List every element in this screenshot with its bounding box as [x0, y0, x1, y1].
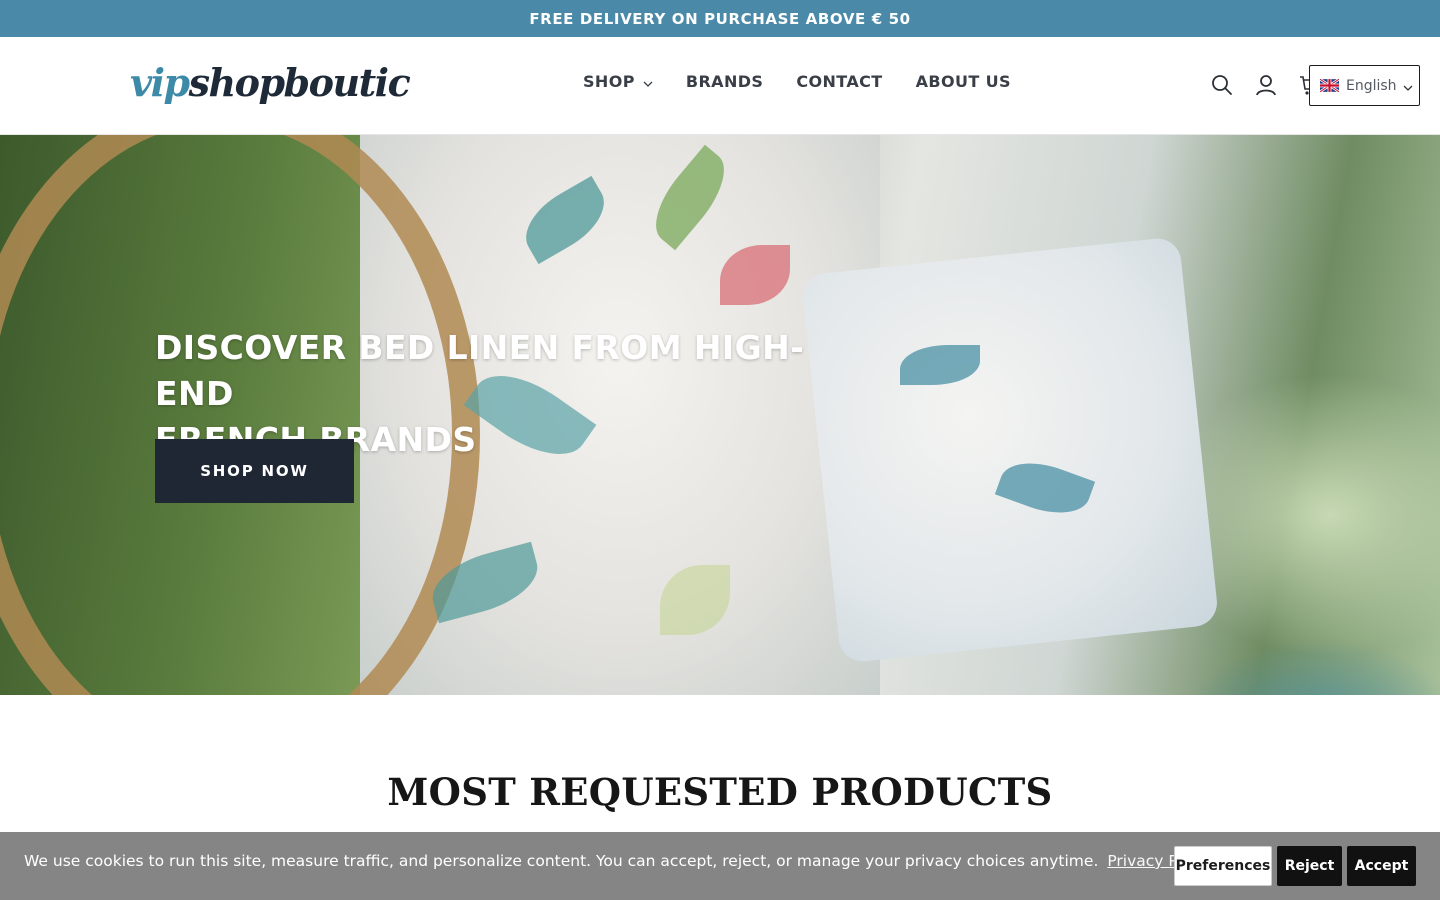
nav-item-about-us-label: ABOUT US	[915, 72, 1011, 91]
hero-banner: DISCOVER BED LINEN FROM HIGH-END FRENCH …	[0, 135, 1440, 695]
reject-button[interactable]: Reject	[1277, 846, 1342, 886]
logo-part-shopboutic: shopboutic	[188, 60, 411, 105]
cookie-banner-message: We use cookies to run this site, measure…	[24, 852, 1213, 870]
site-header: vipshopboutic SHOP BRANDS CONTACT ABOUT …	[0, 37, 1440, 135]
hero-title-line1: DISCOVER BED LINEN FROM HIGH-END	[155, 328, 805, 413]
search-icon[interactable]	[1210, 73, 1234, 97]
nav-item-contact[interactable]: CONTACT	[796, 72, 882, 91]
preferences-button[interactable]: Preferences	[1174, 846, 1272, 886]
announcement-text: FREE DELIVERY ON PURCHASE ABOVE € 50	[529, 9, 911, 28]
hero-image-pillow	[800, 236, 1220, 664]
main-nav: SHOP BRANDS CONTACT ABOUT US	[583, 72, 1044, 91]
nav-item-brands[interactable]: BRANDS	[686, 72, 764, 91]
nav-item-shop[interactable]: SHOP	[583, 72, 653, 91]
uk-flag-icon	[1320, 79, 1339, 92]
nav-item-brands-label: BRANDS	[685, 72, 764, 91]
account-icon[interactable]	[1254, 73, 1278, 97]
nav-item-contact-label: CONTACT	[796, 72, 883, 91]
site-logo[interactable]: vipshopboutic	[130, 59, 411, 107]
chevron-down-icon	[643, 72, 653, 91]
cookie-banner: We use cookies to run this site, measure…	[0, 832, 1440, 900]
shop-now-button[interactable]: SHOP NOW	[155, 439, 354, 503]
nav-item-about-us[interactable]: ABOUT US	[916, 72, 1011, 91]
nav-item-shop-label: SHOP	[583, 72, 635, 91]
language-label: English	[1346, 77, 1397, 94]
accept-button[interactable]: Accept	[1347, 846, 1416, 886]
section-title: MOST REQUESTED PRODUCTS	[387, 770, 1053, 814]
language-selector[interactable]: English	[1309, 65, 1420, 106]
logo-part-vip: vip	[130, 60, 190, 105]
chevron-down-icon	[1403, 76, 1413, 95]
announcement-bar: FREE DELIVERY ON PURCHASE ABOVE € 50	[0, 0, 1440, 37]
cookie-text: We use cookies to run this site, measure…	[24, 852, 1099, 870]
